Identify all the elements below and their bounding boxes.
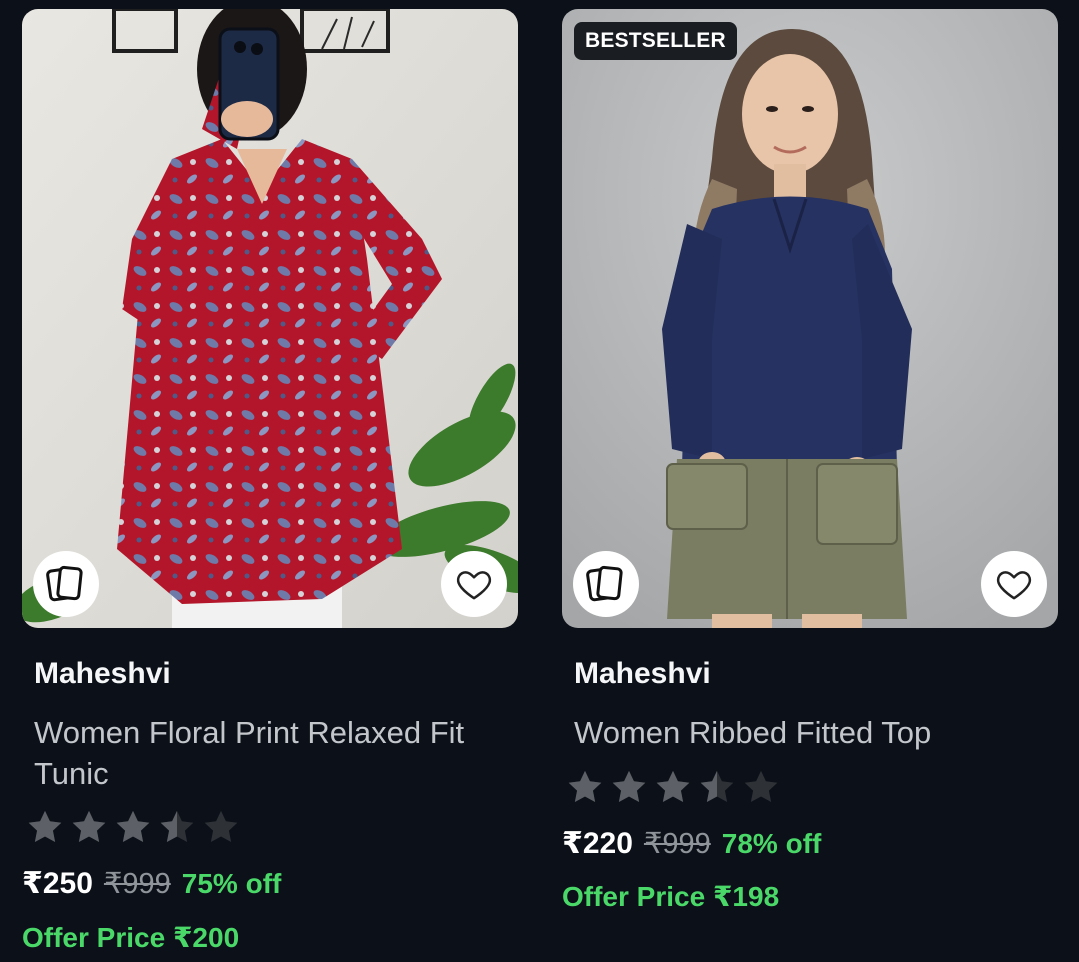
star-icon [160, 810, 194, 843]
star-icon [612, 770, 646, 803]
similar-products-button[interactable] [573, 551, 639, 617]
discount-percent: 78% off [721, 828, 822, 859]
wishlist-button[interactable] [441, 551, 507, 617]
product-title[interactable]: Women Ribbed Fitted Top [574, 712, 1059, 753]
star-icon [700, 770, 734, 803]
star-icon [72, 810, 106, 843]
heart-outline-icon [996, 571, 1032, 600]
rating-stars [566, 768, 780, 806]
stacked-cards-icon [586, 565, 623, 602]
mrp-price: ₹999 [103, 868, 171, 900]
product-title[interactable]: Women Floral Print Relaxed Fit Tunic [34, 712, 519, 794]
bestseller-badge: BESTSELLER [574, 22, 737, 60]
selling-price: ₹250 [22, 867, 93, 900]
product-card[interactable]: BESTSELLER Maheshvi Women Ribbed Fitted … [562, 9, 1058, 912]
rating-stars [26, 808, 240, 846]
selling-price: ₹220 [562, 827, 633, 860]
price-row: ₹250 ₹999 75% off [22, 866, 281, 901]
product-photo [22, 9, 518, 628]
similar-products-button[interactable] [33, 551, 99, 617]
star-icon [656, 770, 690, 803]
product-card[interactable]: Maheshvi Women Floral Print Relaxed Fit … [22, 9, 518, 953]
price-row: ₹220 ₹999 78% off [562, 826, 821, 861]
heart-outline-icon [456, 571, 492, 600]
star-icon [204, 810, 238, 843]
product-image[interactable] [22, 9, 518, 628]
stacked-cards-icon [46, 565, 83, 602]
discount-percent: 75% off [181, 868, 282, 899]
product-image[interactable]: BESTSELLER [562, 9, 1058, 628]
offer-price: Offer Price ₹198 [562, 881, 780, 912]
star-icon [28, 810, 62, 843]
wishlist-button[interactable] [981, 551, 1047, 617]
star-icon [744, 770, 778, 803]
product-photo [562, 9, 1058, 628]
brand-name: Maheshvi [34, 657, 171, 690]
star-icon [116, 810, 150, 843]
offer-price: Offer Price ₹200 [22, 922, 240, 953]
mrp-price: ₹999 [643, 828, 711, 860]
brand-name: Maheshvi [574, 657, 711, 690]
star-icon [568, 770, 602, 803]
